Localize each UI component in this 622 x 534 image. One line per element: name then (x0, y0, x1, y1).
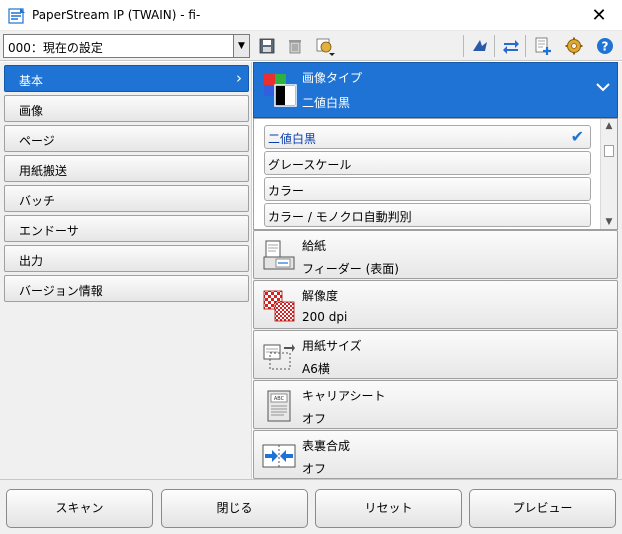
setting-paper-source[interactable]: 給紙 フィーダー (表面) (253, 230, 618, 279)
option-label: グレースケール (268, 158, 352, 172)
profile-select-value: 000：現在の設定 (8, 41, 103, 55)
option-auto-color-detect[interactable]: カラー / モノクロ自動判別 (264, 203, 591, 227)
window-title: PaperStream IP (TWAIN) - fi- (32, 8, 201, 22)
chevron-down-icon[interactable] (595, 79, 611, 95)
nav-item-output[interactable]: 出力 (4, 245, 249, 272)
option-binary-bw[interactable]: 二値白黒 ✔ (264, 125, 591, 149)
setting-value: フィーダー (表面) (302, 262, 399, 276)
profile-manage-icon[interactable] (315, 36, 335, 56)
help-icon[interactable]: ? (595, 36, 615, 56)
nav-item-batch[interactable]: バッチ (4, 185, 249, 212)
paper-size-icon (263, 344, 295, 370)
carrier-sheet-icon: ABC (267, 390, 291, 422)
category-nav: 基本 › 画像 ページ 用紙搬送 バッチ エンドーサ 出力 バージョン情報 (0, 62, 252, 479)
action-bar: スキャン 閉じる リセット プレビュー (0, 479, 622, 534)
image-type-header[interactable]: 画像タイプ 二値白黒 (253, 62, 618, 118)
settings-pane: 画像タイプ 二値白黒 二値白黒 ✔ グレースケール カラー カラー / モノクロ… (253, 62, 622, 479)
option-label: カラー (268, 184, 305, 198)
options-scrollbar[interactable]: ▲ ▼ (600, 119, 617, 229)
save-icon[interactable] (257, 36, 277, 56)
nav-item-label: ページ (19, 134, 55, 148)
option-label: カラー / モノクロ自動判別 (268, 210, 412, 224)
setting-paper-size[interactable]: 用紙サイズ A6横 (253, 330, 618, 379)
nav-item-version-info[interactable]: バージョン情報 (4, 275, 249, 302)
option-color[interactable]: カラー (264, 177, 591, 201)
merge-sides-icon (262, 444, 296, 468)
title-bar: PaperStream IP (TWAIN) - fi- ✕ (0, 0, 622, 31)
scan-button[interactable]: スキャン (6, 489, 153, 528)
setting-merge-sides[interactable]: 表裏合成 オフ (253, 430, 618, 479)
chevron-right-icon: › (236, 69, 242, 87)
chevron-down-icon[interactable]: ▼ (233, 35, 249, 57)
nav-item-image[interactable]: 画像 (4, 95, 249, 122)
option-grayscale[interactable]: グレースケール (264, 151, 591, 175)
nav-item-endorser[interactable]: エンドーサ (4, 215, 249, 242)
paperstream-app-icon (8, 8, 25, 24)
image-type-options: 二値白黒 ✔ グレースケール カラー カラー / モノクロ自動判別 ▲ ▼ (253, 118, 618, 230)
toolbar-separator (494, 35, 495, 57)
nav-item-label: エンドーサ (19, 224, 79, 238)
scrollbar-thumb[interactable] (604, 145, 614, 157)
toolbar-separator (463, 35, 464, 57)
nav-item-paper-feed[interactable]: 用紙搬送 (4, 155, 249, 182)
setting-value: A6横 (302, 362, 330, 376)
setting-value: オフ (302, 462, 327, 476)
setting-title: 解像度 (302, 289, 339, 303)
delete-icon[interactable] (285, 36, 305, 56)
toolbar-separator (525, 35, 526, 57)
setting-value: 200 dpi (302, 310, 348, 324)
close-window-button[interactable]: ✕ (576, 0, 622, 31)
feeder-icon (263, 240, 295, 270)
setting-title: キャリアシート (302, 389, 386, 403)
nav-item-label: バージョン情報 (19, 284, 103, 298)
setting-title: 表裏合成 (302, 439, 351, 453)
option-label: 二値白黒 (268, 132, 317, 146)
close-button[interactable]: 閉じる (161, 489, 308, 528)
scan-direction-icon[interactable] (470, 36, 490, 56)
image-type-icon (264, 74, 297, 107)
nav-item-label: バッチ (19, 194, 56, 208)
svg-text:ABC: ABC (274, 396, 285, 402)
scroll-up-arrow-icon[interactable]: ▲ (601, 121, 617, 131)
swap-icon[interactable] (501, 36, 521, 56)
preview-button[interactable]: プレビュー (469, 489, 616, 528)
add-profile-icon[interactable] (533, 36, 553, 56)
setting-resolution[interactable]: 解像度 200 dpi (253, 280, 618, 329)
nav-item-label: 画像 (19, 104, 44, 118)
scroll-down-arrow-icon[interactable]: ▼ (601, 217, 617, 227)
reset-button[interactable]: リセット (315, 489, 462, 528)
checkmark-icon: ✔ (570, 127, 584, 146)
resolution-icon (263, 290, 295, 322)
nav-item-page[interactable]: ページ (4, 125, 249, 152)
image-type-value: 二値白黒 (302, 96, 351, 110)
setting-title: 給紙 (302, 239, 327, 253)
nav-item-label: 用紙搬送 (19, 164, 68, 178)
settings-gear-icon[interactable] (564, 36, 584, 56)
toolbar: 000：現在の設定 ▼ ? (0, 31, 622, 61)
setting-value: オフ (302, 412, 327, 426)
nav-item-label: 基本 (19, 74, 44, 88)
profile-select[interactable]: 000：現在の設定 ▼ (3, 34, 250, 58)
setting-carrier-sheet[interactable]: ABC キャリアシート オフ (253, 380, 618, 429)
image-type-title: 画像タイプ (302, 71, 363, 85)
nav-item-basic[interactable]: 基本 › (4, 65, 249, 92)
setting-title: 用紙サイズ (302, 339, 362, 353)
nav-item-label: 出力 (19, 254, 44, 268)
svg-text:?: ? (602, 40, 609, 54)
